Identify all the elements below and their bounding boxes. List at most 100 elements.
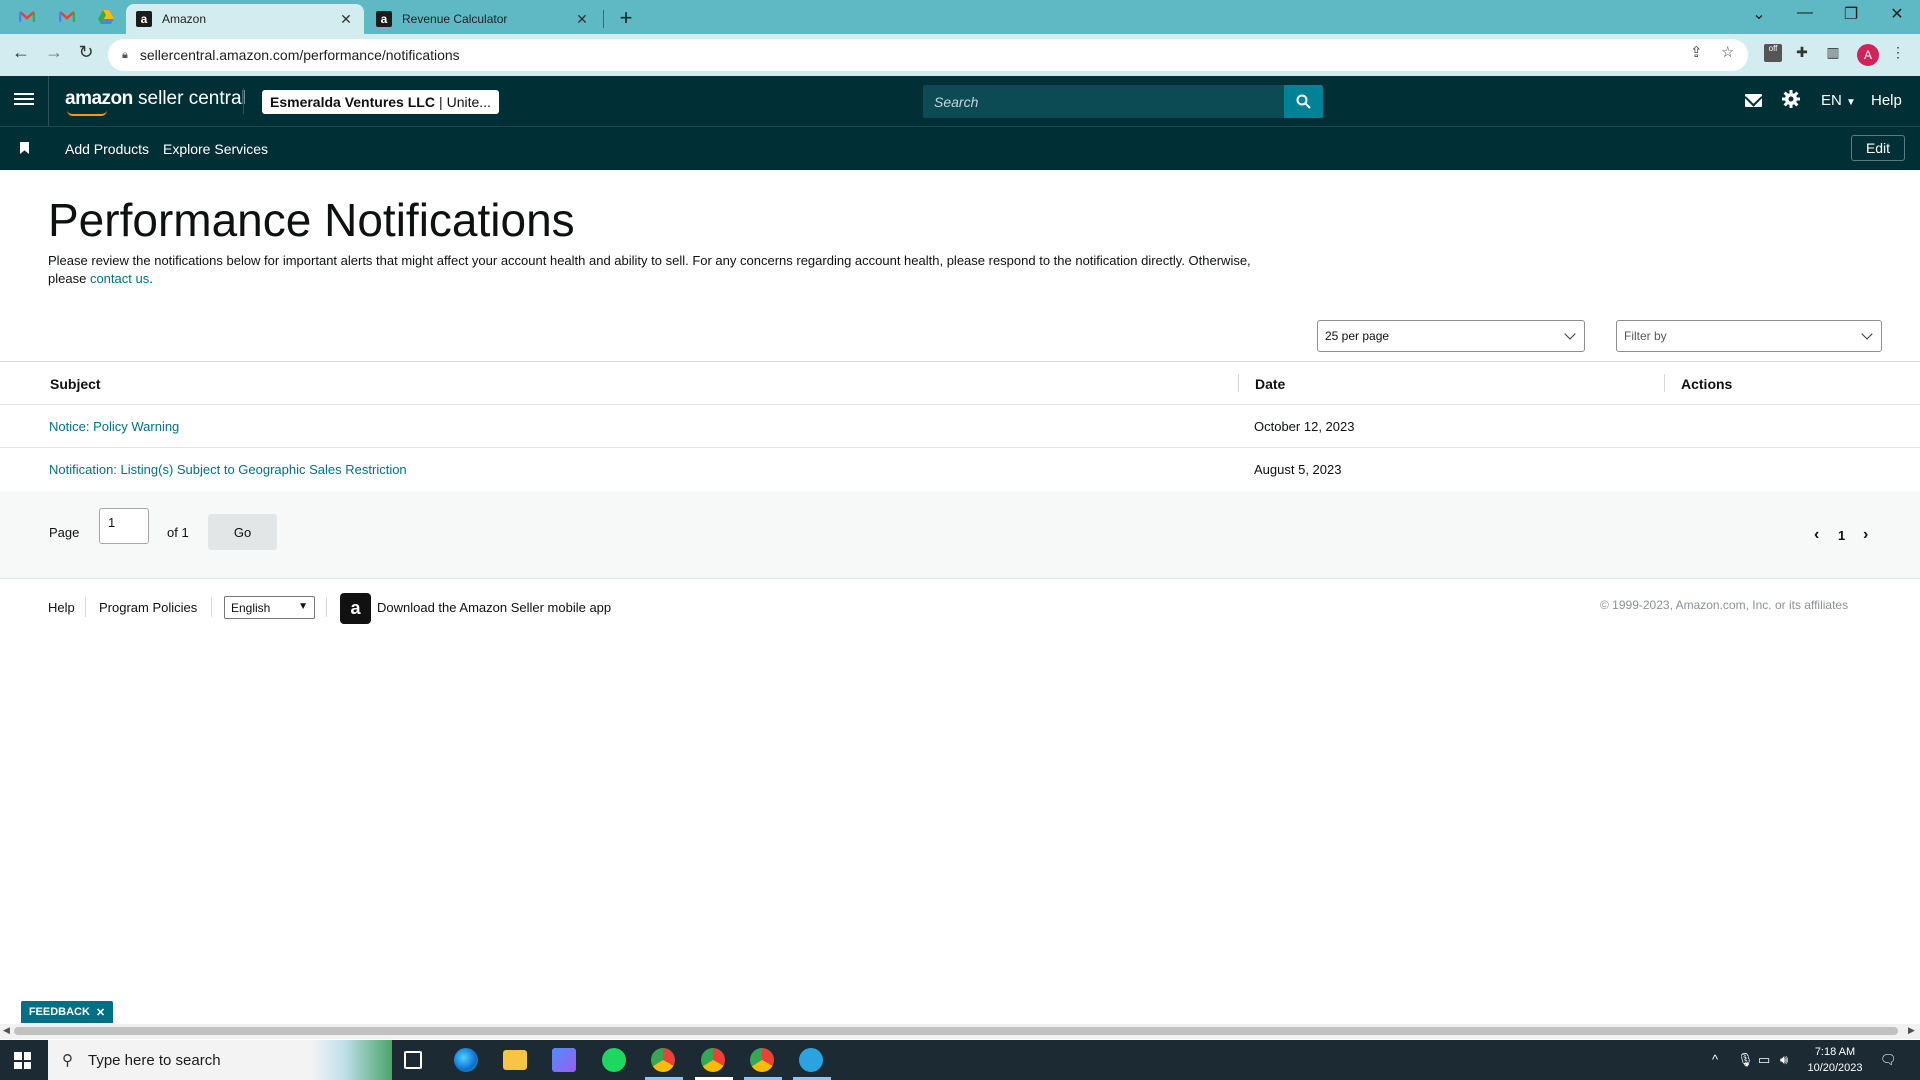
chevron-down-icon xyxy=(1564,328,1576,340)
column-header-date[interactable]: Date xyxy=(1255,376,1285,392)
add-products-link[interactable]: Add Products xyxy=(65,141,149,157)
tab-search-icon[interactable]: ⌄ xyxy=(1747,4,1771,24)
reload-icon[interactable]: ↻ xyxy=(74,42,98,63)
account-switcher[interactable]: Esmeralda Ventures LLC | Unite... xyxy=(262,90,499,114)
program-policies-link[interactable]: Program Policies xyxy=(99,600,197,615)
footer-language-select[interactable]: English ▼ xyxy=(224,596,315,619)
new-tab-button[interactable]: + xyxy=(614,5,638,31)
amazon-seller-app-icon[interactable]: a xyxy=(340,593,371,624)
windows-start-icon[interactable] xyxy=(14,1052,31,1069)
notification-subject-link[interactable]: Notice: Policy Warning xyxy=(49,419,179,434)
language-switcher[interactable]: EN ▼ xyxy=(1821,92,1856,109)
menu-kebab-icon[interactable]: ⋮ xyxy=(1889,44,1907,62)
clock-time: 7:18 AM xyxy=(1814,1046,1856,1058)
telegram-icon[interactable] xyxy=(799,1048,823,1072)
settings-gear-icon[interactable] xyxy=(1782,90,1800,112)
profile-avatar[interactable]: A xyxy=(1857,44,1879,66)
close-tab-icon[interactable]: ✕ xyxy=(574,11,590,28)
gmail-icon xyxy=(59,11,75,22)
mail-icon[interactable] xyxy=(1745,94,1762,107)
current-page-number[interactable]: 1 xyxy=(1838,528,1845,543)
chrome-icon[interactable] xyxy=(651,1048,675,1072)
spotify-icon[interactable] xyxy=(602,1048,626,1072)
filter-by-select[interactable]: Filter by xyxy=(1616,320,1882,352)
tab-title: Amazon xyxy=(162,12,207,26)
task-view-icon[interactable] xyxy=(404,1051,422,1069)
scrollbar-thumb[interactable] xyxy=(14,1027,1898,1035)
bookmarks-nav: Add Products Explore Services Edit xyxy=(0,126,1920,170)
feedback-label: FEEDBACK xyxy=(28,1006,90,1018)
language-code: EN xyxy=(1821,92,1842,109)
column-divider xyxy=(1664,374,1665,392)
close-window-button[interactable]: ✕ xyxy=(1885,4,1909,24)
feedback-button[interactable]: FEEDBACK ✕ xyxy=(21,1001,113,1023)
help-link[interactable]: Help xyxy=(1871,92,1902,109)
amazon-favicon: a xyxy=(376,11,392,27)
file-explorer-icon[interactable] xyxy=(503,1050,527,1070)
taskbar-clock[interactable]: 7:18 AM 10/20/2023 xyxy=(1800,1044,1870,1076)
scroll-right-icon[interactable]: ▶ xyxy=(1908,1025,1915,1036)
google-drive-icon xyxy=(98,10,114,24)
hamburger-menu-icon[interactable] xyxy=(14,90,34,110)
address-bar[interactable]: 🔒︎ sellercentral.amazon.com/performance/… xyxy=(108,39,1748,71)
chevron-down-icon xyxy=(1861,328,1873,340)
go-button[interactable]: Go xyxy=(208,514,277,550)
download-app-link[interactable]: Download the Amazon Seller mobile app xyxy=(377,600,611,615)
copyright-text: © 1999-2023, Amazon.com, Inc. or its aff… xyxy=(1600,598,1849,612)
close-tab-icon[interactable]: ✕ xyxy=(338,11,354,28)
chrome-profile-icon[interactable] xyxy=(701,1048,725,1072)
seller-central-logo[interactable]: amazon seller central xyxy=(65,88,246,116)
scroll-left-icon[interactable]: ◀ xyxy=(3,1025,10,1036)
bookmark-icon[interactable] xyxy=(20,142,29,154)
microphone-icon[interactable]: 🎙︎ xyxy=(1737,1052,1754,1068)
bookmark-star-icon[interactable]: ☆ xyxy=(1721,43,1734,61)
tab-title: Revenue Calculator xyxy=(402,12,508,26)
microsoft-store-icon[interactable] xyxy=(552,1048,576,1072)
page-number-input[interactable]: 1 xyxy=(99,508,149,544)
tab-revenue-calculator[interactable]: a Revenue Calculator ✕ xyxy=(366,4,600,34)
google-drive-pinned-tab[interactable] xyxy=(89,4,123,30)
search-icon: ⚲ xyxy=(62,1052,73,1069)
network-icon[interactable]: ▭ xyxy=(1758,1052,1770,1068)
notifications-icon[interactable]: 🗨︎ xyxy=(1880,1052,1897,1068)
logo-brand: amazon xyxy=(65,88,133,109)
account-region: Unite... xyxy=(446,94,491,110)
taskbar-search-input[interactable]: ⚲ Type here to search xyxy=(48,1040,392,1080)
per-page-select[interactable]: 25 per page xyxy=(1317,320,1585,352)
chrome-icon-2[interactable] xyxy=(750,1048,774,1072)
maximize-button[interactable]: ❐ xyxy=(1839,4,1863,24)
edge-icon[interactable] xyxy=(454,1048,478,1072)
side-panel-icon[interactable]: ▥ xyxy=(1824,44,1842,62)
tab-separator xyxy=(603,10,604,28)
search-input[interactable]: Search xyxy=(923,85,1284,118)
column-header-subject[interactable]: Subject xyxy=(50,376,101,392)
volume-icon[interactable]: 🔊︎ xyxy=(1780,1052,1788,1068)
close-icon[interactable]: ✕ xyxy=(96,1006,105,1019)
search-highlight-image xyxy=(312,1040,392,1080)
next-page-icon[interactable]: › xyxy=(1863,526,1868,544)
footer-help-link[interactable]: Help xyxy=(48,600,75,615)
page-label: Page xyxy=(49,525,80,540)
explore-services-link[interactable]: Explore Services xyxy=(163,141,268,157)
minimize-button[interactable]: — xyxy=(1793,4,1817,22)
contact-us-link[interactable]: contact us xyxy=(90,271,149,286)
caret-down-icon: ▼ xyxy=(298,601,308,612)
edit-button[interactable]: Edit xyxy=(1851,135,1905,161)
lock-icon: 🔒︎ xyxy=(122,48,128,61)
tray-chevron-icon[interactable]: ^ xyxy=(1712,1052,1718,1067)
search-button[interactable] xyxy=(1284,85,1323,118)
tab-amazon[interactable]: a Amazon ✕ xyxy=(126,4,364,34)
amazon-favicon: a xyxy=(136,11,152,27)
notification-subject-link[interactable]: Notification: Listing(s) Subject to Geog… xyxy=(49,462,407,477)
previous-page-icon[interactable]: ‹ xyxy=(1814,526,1819,544)
footer-divider xyxy=(211,597,212,617)
gmail-pinned-tab-2[interactable] xyxy=(50,4,84,30)
gmail-pinned-tab[interactable] xyxy=(10,4,44,30)
back-icon[interactable]: ← xyxy=(9,42,33,63)
extension-off-icon[interactable]: off xyxy=(1764,44,1782,62)
share-icon[interactable]: ⇪ xyxy=(1690,43,1703,61)
horizontal-scrollbar[interactable]: ◀ ▶ xyxy=(0,1024,1920,1039)
forward-icon[interactable]: → xyxy=(42,42,66,63)
footer-divider xyxy=(85,597,86,617)
extensions-puzzle-icon[interactable]: ✚ xyxy=(1793,44,1811,62)
